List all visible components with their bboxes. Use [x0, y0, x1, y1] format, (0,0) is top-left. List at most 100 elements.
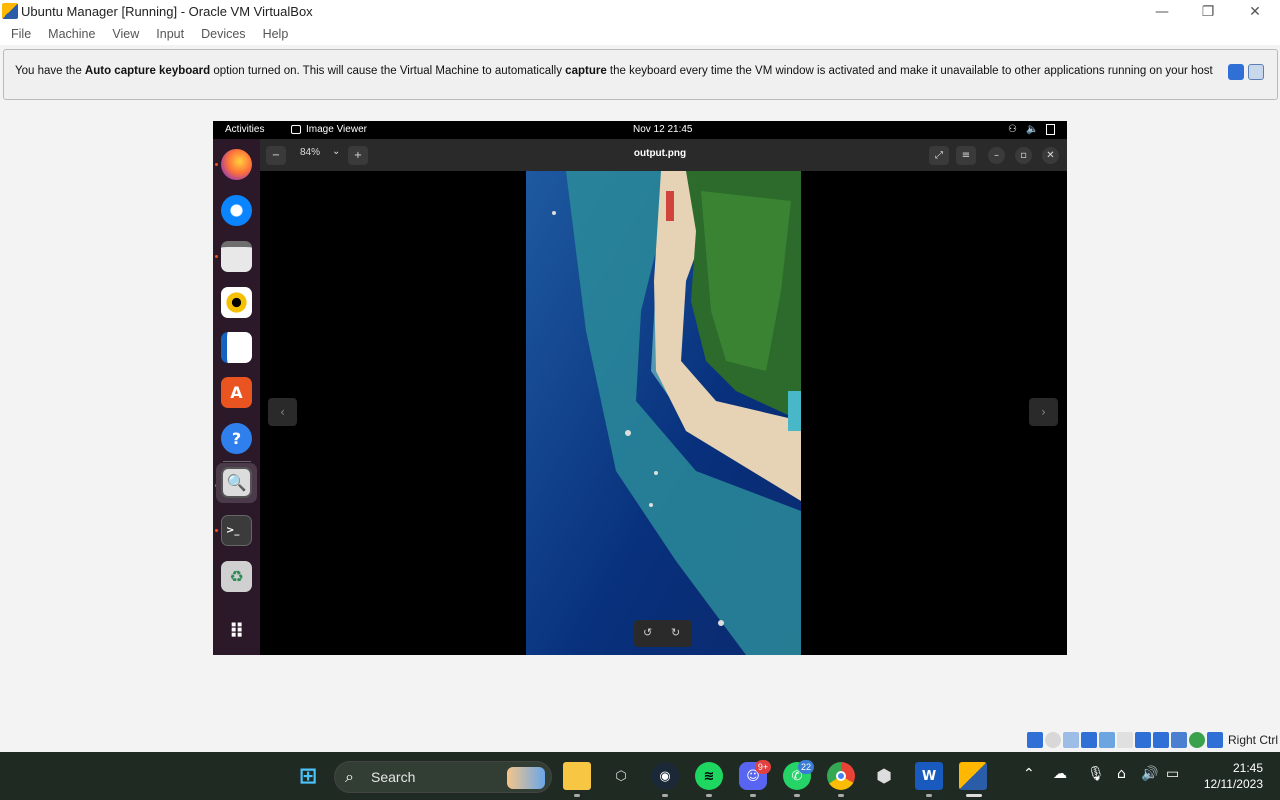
battery-icon[interactable]: ▭ — [1166, 766, 1179, 782]
thunderbird-icon[interactable] — [221, 195, 252, 226]
battery-icon[interactable] — [1046, 124, 1055, 135]
discord-badge: 9+ — [755, 760, 771, 774]
show-hidden-icons[interactable]: ⌃ — [1023, 766, 1035, 782]
notice-bold-option: Auto capture keyboard — [84, 65, 211, 77]
taskbar-search[interactable]: ⌕ Search — [334, 761, 552, 793]
terminal-icon[interactable]: >_ — [221, 515, 252, 546]
virtualbox-manager-icon[interactable] — [959, 762, 987, 790]
previous-image-button[interactable]: ‹ — [268, 398, 297, 426]
search-icon: ⌕ — [345, 767, 354, 786]
file-name: output.png — [633, 148, 687, 159]
running-indicator — [215, 529, 218, 532]
shared-folders-icon[interactable] — [1117, 732, 1133, 748]
running-indicator — [574, 794, 580, 797]
close-button[interactable]: ✕ — [1232, 0, 1278, 23]
whatsapp-badge: 22 — [798, 760, 814, 774]
activities-button[interactable]: Activities — [225, 124, 264, 135]
notice-text-part: option turned on. This will cause the Vi… — [210, 65, 566, 77]
notice-bold-capture: capture — [565, 65, 607, 77]
writer-icon[interactable] — [221, 332, 252, 363]
running-indicator — [662, 794, 668, 797]
search-label: Search — [371, 769, 416, 785]
displayed-photo — [526, 171, 801, 655]
trash-icon[interactable]: ♻ — [221, 561, 252, 592]
network-icon[interactable] — [1081, 732, 1097, 748]
guest-clock[interactable]: Nov 12 21:45 — [633, 124, 693, 135]
microphone-icon[interactable]: 🎙 — [1087, 766, 1105, 782]
fullscreen-button[interactable]: ⤢ — [929, 146, 949, 165]
maximize-guest-button[interactable]: ▫ — [1015, 147, 1032, 164]
usb-icon[interactable] — [1099, 732, 1115, 748]
hard-disk-icon[interactable] — [1027, 732, 1043, 748]
mute-notice-icon[interactable] — [1248, 64, 1264, 80]
running-indicator — [794, 794, 800, 797]
taskbar-time[interactable]: 21:45 — [1223, 761, 1263, 775]
dock-separator — [223, 461, 251, 462]
rotate-right-icon[interactable]: ↻ — [671, 626, 680, 639]
zoom-level[interactable]: 84% — [300, 147, 320, 158]
close-guest-button[interactable]: ✕ — [1042, 147, 1059, 164]
menu-input[interactable]: Input — [156, 27, 184, 41]
onedrive-icon[interactable]: ☁ — [1053, 766, 1067, 782]
app-center-icon[interactable]: A — [221, 377, 252, 408]
zoom-in-button[interactable]: + — [348, 146, 368, 165]
next-image-button[interactable]: › — [1029, 398, 1058, 426]
keyboard-capture-notice: You have the Auto capture keyboard optio… — [3, 49, 1278, 100]
window-title: Ubuntu Manager [Running] - Oracle VM Vir… — [21, 4, 313, 19]
guest-additions-icon[interactable] — [1189, 732, 1205, 748]
active-indicator — [966, 794, 982, 797]
running-indicator — [215, 255, 218, 258]
notice-text: You have the Auto capture keyboard optio… — [15, 65, 1215, 77]
virtualization-icon[interactable] — [1171, 732, 1187, 748]
help-icon[interactable]: ? — [221, 423, 252, 454]
menu-bar: File Machine View Input Devices Help — [0, 23, 1280, 45]
menu-devices[interactable]: Devices — [201, 27, 245, 41]
network-icon[interactable]: ⚇ — [1008, 124, 1017, 135]
optical-drive-icon[interactable] — [1045, 732, 1061, 748]
files-icon[interactable] — [221, 241, 252, 272]
notice-text-part: the keyboard every time the VM window is… — [609, 65, 1215, 77]
menu-help[interactable]: Help — [263, 27, 289, 41]
image-canvas[interactable]: ↺ ↻ — [260, 171, 1067, 655]
running-indicator — [750, 794, 756, 797]
vm-screen[interactable]: Activities Image Viewer Nov 12 21:45 ⚇ 🔈… — [213, 121, 1067, 655]
rotate-left-icon[interactable]: ↺ — [643, 626, 652, 639]
image-viewer-small-icon — [291, 125, 301, 134]
minimize-button[interactable]: — — [1139, 0, 1185, 23]
chrome-icon[interactable] — [827, 762, 855, 790]
audio-icon[interactable] — [1063, 732, 1079, 748]
word-icon[interactable]: W — [915, 762, 943, 790]
chevron-down-icon[interactable]: ⌄ — [332, 146, 340, 157]
zoom-out-button[interactable]: − — [266, 146, 286, 165]
network-icon[interactable]: ⌂ — [1117, 766, 1126, 782]
menu-machine[interactable]: Machine — [48, 27, 95, 41]
close-notice-icon[interactable] — [1228, 64, 1244, 80]
image-viewer-icon[interactable]: 🔍 — [221, 467, 252, 498]
spotify-icon[interactable]: ≋ — [695, 762, 723, 790]
recording-icon[interactable] — [1153, 732, 1169, 748]
start-icon[interactable]: ⊞ — [294, 762, 322, 790]
firefox-icon[interactable] — [221, 149, 252, 180]
taskbar-date[interactable]: 12/11/2023 — [1193, 777, 1263, 791]
virtualbox-icon[interactable]: ⬢ — [870, 762, 898, 790]
notice-text-part: You have the — [15, 65, 85, 77]
app-menu-label[interactable]: Image Viewer — [306, 124, 367, 135]
search-highlight-icon — [507, 767, 545, 789]
menu-view[interactable]: View — [112, 27, 139, 41]
steam-icon[interactable]: ◉ — [651, 762, 679, 790]
minimize-guest-button[interactable]: – — [988, 147, 1005, 164]
rhythmbox-icon[interactable] — [221, 287, 252, 318]
unity-icon[interactable]: ⬡ — [607, 762, 635, 790]
volume-icon[interactable]: 🔊 — [1141, 766, 1158, 782]
menu-file[interactable]: File — [11, 27, 31, 41]
host-key-icon[interactable] — [1207, 732, 1223, 748]
display-icon[interactable] — [1135, 732, 1151, 748]
running-indicator — [706, 794, 712, 797]
menu-button[interactable]: ≡ — [956, 146, 976, 165]
show-apps-icon[interactable]: ⠿ — [221, 615, 252, 646]
volume-icon[interactable]: 🔈 — [1026, 124, 1038, 135]
file-explorer-icon[interactable] — [563, 762, 591, 790]
gnome-top-bar: Activities Image Viewer Nov 12 21:45 ⚇ 🔈 — [213, 121, 1067, 139]
maximize-button[interactable]: ❐ — [1185, 0, 1231, 23]
vbox-status-bar: Right Ctrl — [1027, 731, 1278, 749]
